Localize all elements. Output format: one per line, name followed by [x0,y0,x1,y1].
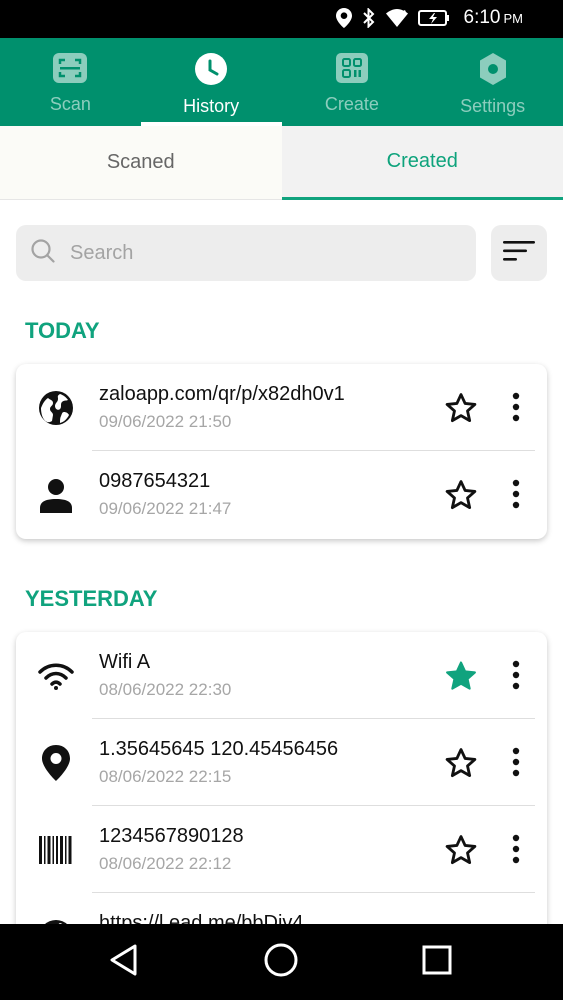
section-heading-yesterday: YESTERDAY [25,586,158,611]
barcode-icon [38,832,74,868]
tab-create[interactable]: Create [282,38,423,126]
sub-tabs: Scaned Created [0,126,563,200]
hexagon-icon [478,53,508,90]
status-bar: 6:10 PM [0,0,563,38]
item-title: zaloapp.com/qr/p/x82dh0v1 [99,383,345,405]
history-card-today: zaloapp.com/qr/p/x82dh0v1 09/06/2022 21:… [16,364,547,539]
subtab-scaned[interactable]: Scaned [0,126,282,200]
tab-label: History [183,96,240,116]
more-vert-icon[interactable] [504,832,528,866]
more-vert-icon[interactable] [504,477,528,511]
tab-label: Scan [49,94,91,114]
search-placeholder: Search [70,241,134,264]
battery-charging-icon [417,10,450,26]
star-outline-icon[interactable] [444,833,478,867]
top-nav: Scan History Create Settings [0,38,563,126]
tab-history[interactable]: History [140,38,282,126]
person-icon [38,477,74,513]
scan-icon [53,53,88,88]
tab-label: Create [324,94,379,114]
tab-label: Settings [460,96,526,116]
clock-icon [195,53,228,90]
item-date: 09/06/2022 21:50 [99,412,232,431]
tab-settings[interactable]: Settings [422,38,563,126]
item-date: 09/06/2022 21:47 [99,499,232,518]
item-date: 08/06/2022 22:15 [99,767,232,786]
back-button[interactable] [104,942,144,982]
recents-square-icon [422,945,452,980]
globe-icon [38,390,74,426]
status-time: 6:10 PM [463,7,524,28]
search-input[interactable]: Search [16,225,476,281]
item-title: 1234567890128 [99,825,244,847]
home-button[interactable] [261,942,301,982]
system-nav-bar [0,924,563,1000]
recents-button[interactable] [417,942,457,982]
tab-scan[interactable]: Scan [0,38,141,126]
list-item[interactable]: zaloapp.com/qr/p/x82dh0v1 09/06/2022 21:… [16,364,547,451]
subtab-created[interactable]: Created [281,126,563,200]
item-title: 0987654321 [99,470,211,492]
item-title: 1.35645645 120.45456456 [99,738,339,760]
location-pin-icon [38,745,74,781]
section-heading-today: TODAY [25,318,100,343]
bluetooth-icon [362,8,376,28]
more-vert-icon[interactable] [504,390,528,424]
wifi-icon [38,658,74,694]
list-item[interactable]: 1234567890128 08/06/2022 22:12 [16,806,547,893]
item-date: 08/06/2022 22:12 [99,854,232,873]
qr-grid-icon [335,53,368,88]
back-triangle-icon [109,944,139,981]
star-filled-icon[interactable] [444,659,478,693]
search-icon [30,238,56,269]
sort-lines-icon [503,239,535,268]
star-outline-icon[interactable] [444,746,478,780]
history-card-yesterday: Wifi A 08/06/2022 22:30 1.35645645 120.4… [16,632,547,942]
location-status-icon [335,8,352,28]
item-date: 08/06/2022 22:30 [99,680,232,699]
star-outline-icon[interactable] [444,478,478,512]
list-item[interactable]: 1.35645645 120.45456456 08/06/2022 22:15 [16,719,547,806]
list-item[interactable]: Wifi A 08/06/2022 22:30 [16,632,547,719]
home-circle-icon [263,942,299,983]
status-ampm: PM [503,11,524,26]
list-item[interactable]: 0987654321 09/06/2022 21:47 [16,451,547,538]
sort-filter-button[interactable] [491,225,547,281]
item-title: Wifi A [99,651,151,673]
star-outline-icon[interactable] [444,391,478,425]
wifi-status-icon [385,9,408,27]
more-vert-icon[interactable] [504,658,528,692]
more-vert-icon[interactable] [504,745,528,779]
